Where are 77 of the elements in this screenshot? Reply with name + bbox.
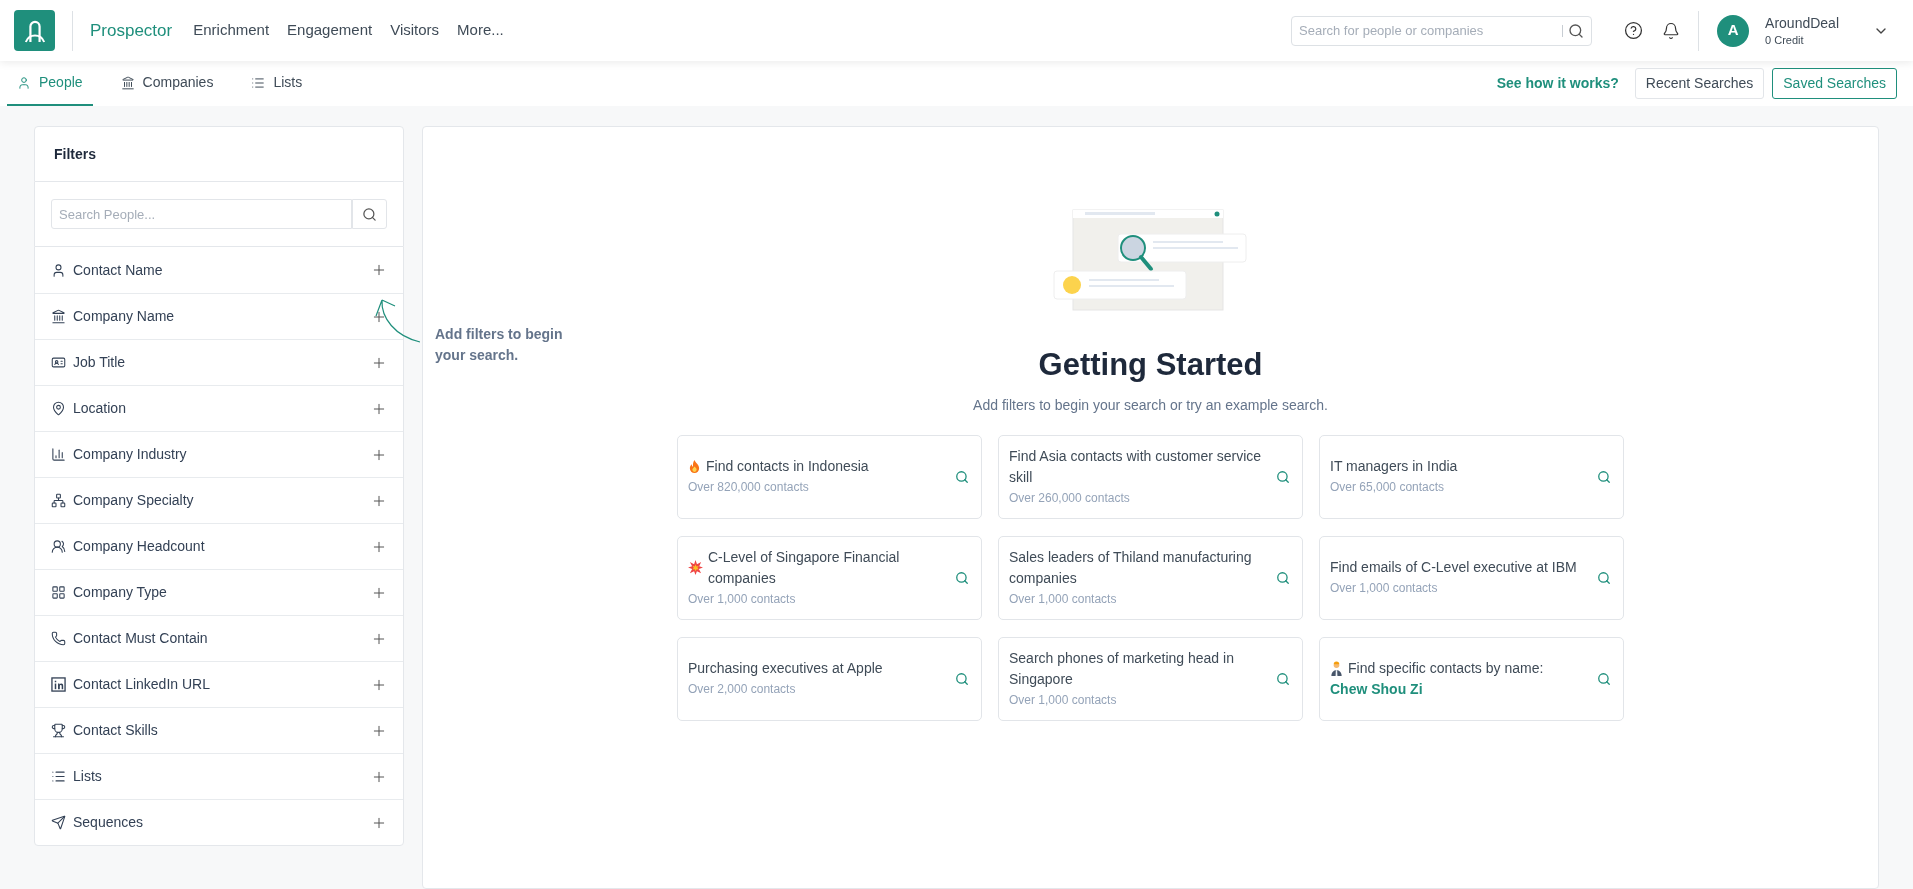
tab[interactable]: People (7, 61, 93, 106)
filter-item[interactable]: Company Headcount (35, 523, 403, 569)
filter-item[interactable]: Sequences (35, 799, 403, 845)
search-button[interactable] (352, 199, 387, 229)
search-icon (1276, 671, 1290, 686)
example-search-card[interactable]: Find contacts in Indonesia Over 820,000 contacts (677, 434, 982, 519)
search-icon (1597, 671, 1611, 686)
help-link[interactable]: See how it works? (1496, 73, 1619, 94)
nav-link[interactable]: More... (457, 19, 504, 42)
trophy-icon (51, 723, 66, 738)
nav-link[interactable]: Engagement (287, 19, 373, 42)
example-search-card[interactable]: Sales leaders of Thiland manufacturing companies Over 1,000 contacts (998, 535, 1303, 620)
people-search-field[interactable]: Search People... (51, 199, 352, 229)
app-logo-icon[interactable] (14, 10, 55, 51)
search-icon (1597, 469, 1611, 484)
search-icon (955, 671, 969, 686)
filter-item[interactable]: Contact Must Contain (35, 615, 403, 661)
bar-chart-icon (51, 447, 66, 462)
filter-item[interactable]: Company Specialty (35, 477, 403, 523)
person-icon (51, 262, 66, 278)
bank-icon (120, 75, 135, 90)
global-search-field[interactable]: Search for people or companies (1291, 15, 1593, 46)
bank-icon (51, 309, 66, 324)
user-avatar[interactable]: A (1717, 14, 1750, 47)
credit-count: 0 Credit (1765, 32, 1805, 48)
nav-link[interactable]: Prospector (90, 17, 173, 44)
toolbar-button[interactable]: Saved Searches (1772, 68, 1897, 99)
example-search-card[interactable]: Find emails of C-Level executive at IBM Over 1,000 contacts (1319, 535, 1624, 620)
burst-icon (688, 560, 703, 575)
list-icon (51, 769, 66, 784)
example-search-card[interactable]: Search phones of marketing head in Singapore Over 1,000 contacts (998, 636, 1303, 721)
filter-item[interactable]: Company Type (35, 569, 403, 615)
filter-item[interactable]: Job Title (35, 339, 403, 385)
search-icon (1276, 570, 1290, 585)
user-name: AroundDeal (1765, 13, 1839, 32)
flame-icon (688, 459, 701, 474)
nav-link[interactable]: Enrichment (193, 19, 270, 42)
filter-item[interactable]: Company Industry (35, 431, 403, 477)
page-subtitle: Add filters to begin your search or try an example search. (973, 395, 1328, 415)
search-icon (362, 206, 377, 222)
filter-item[interactable]: Contact Skills (35, 707, 403, 753)
grid-icon (51, 585, 66, 600)
filter-item[interactable]: Location (35, 385, 403, 431)
people-icon (51, 539, 66, 554)
example-search-card[interactable]: Find specific contacts by name: Chew Shou Zi (1319, 636, 1624, 721)
filters-title: Filters (54, 144, 96, 164)
notifications-icon[interactable] (1662, 21, 1681, 40)
add-icon[interactable] (371, 262, 387, 278)
search-icon (1597, 570, 1611, 585)
search-icon (1568, 22, 1585, 39)
hint-text: Add filters to begin your search. (435, 325, 564, 365)
filter-item[interactable]: Contact LinkedIn URL (35, 661, 403, 707)
filter-item[interactable]: Lists (35, 753, 403, 799)
person-icon (1330, 660, 1343, 676)
person-icon (17, 75, 31, 90)
hierarchy-icon (51, 493, 66, 508)
example-search-card[interactable]: IT managers in India Over 65,000 contacts (1319, 434, 1624, 519)
example-search-card[interactable]: C-Level of Singapore Financial companies Over 1,000 contacts (677, 535, 982, 620)
search-icon (1276, 469, 1290, 484)
id-card-icon (51, 355, 66, 370)
phone-icon (51, 631, 66, 646)
help-icon[interactable] (1624, 21, 1644, 40)
search-icon (955, 570, 969, 585)
example-search-card[interactable]: Purchasing executives at Apple Over 2,000 contacts (677, 636, 982, 721)
example-search-card[interactable]: Find Asia contacts with customer service skill Over 260,000 contacts (998, 434, 1303, 519)
filter-item[interactable]: Company Name (35, 293, 403, 339)
nav-link[interactable]: Visitors (390, 19, 440, 42)
toolbar-button[interactable]: Recent Searches (1634, 68, 1765, 99)
tab[interactable]: Lists (241, 61, 313, 106)
search-icon (955, 469, 969, 484)
location-pin-icon (51, 401, 66, 416)
linkedin-icon (51, 677, 66, 692)
list-icon (251, 75, 266, 90)
tab[interactable]: Companies (110, 61, 224, 106)
filter-item[interactable]: Contact Name (35, 247, 403, 293)
page-title: Getting Started (1038, 346, 1263, 384)
send-icon (51, 815, 66, 830)
